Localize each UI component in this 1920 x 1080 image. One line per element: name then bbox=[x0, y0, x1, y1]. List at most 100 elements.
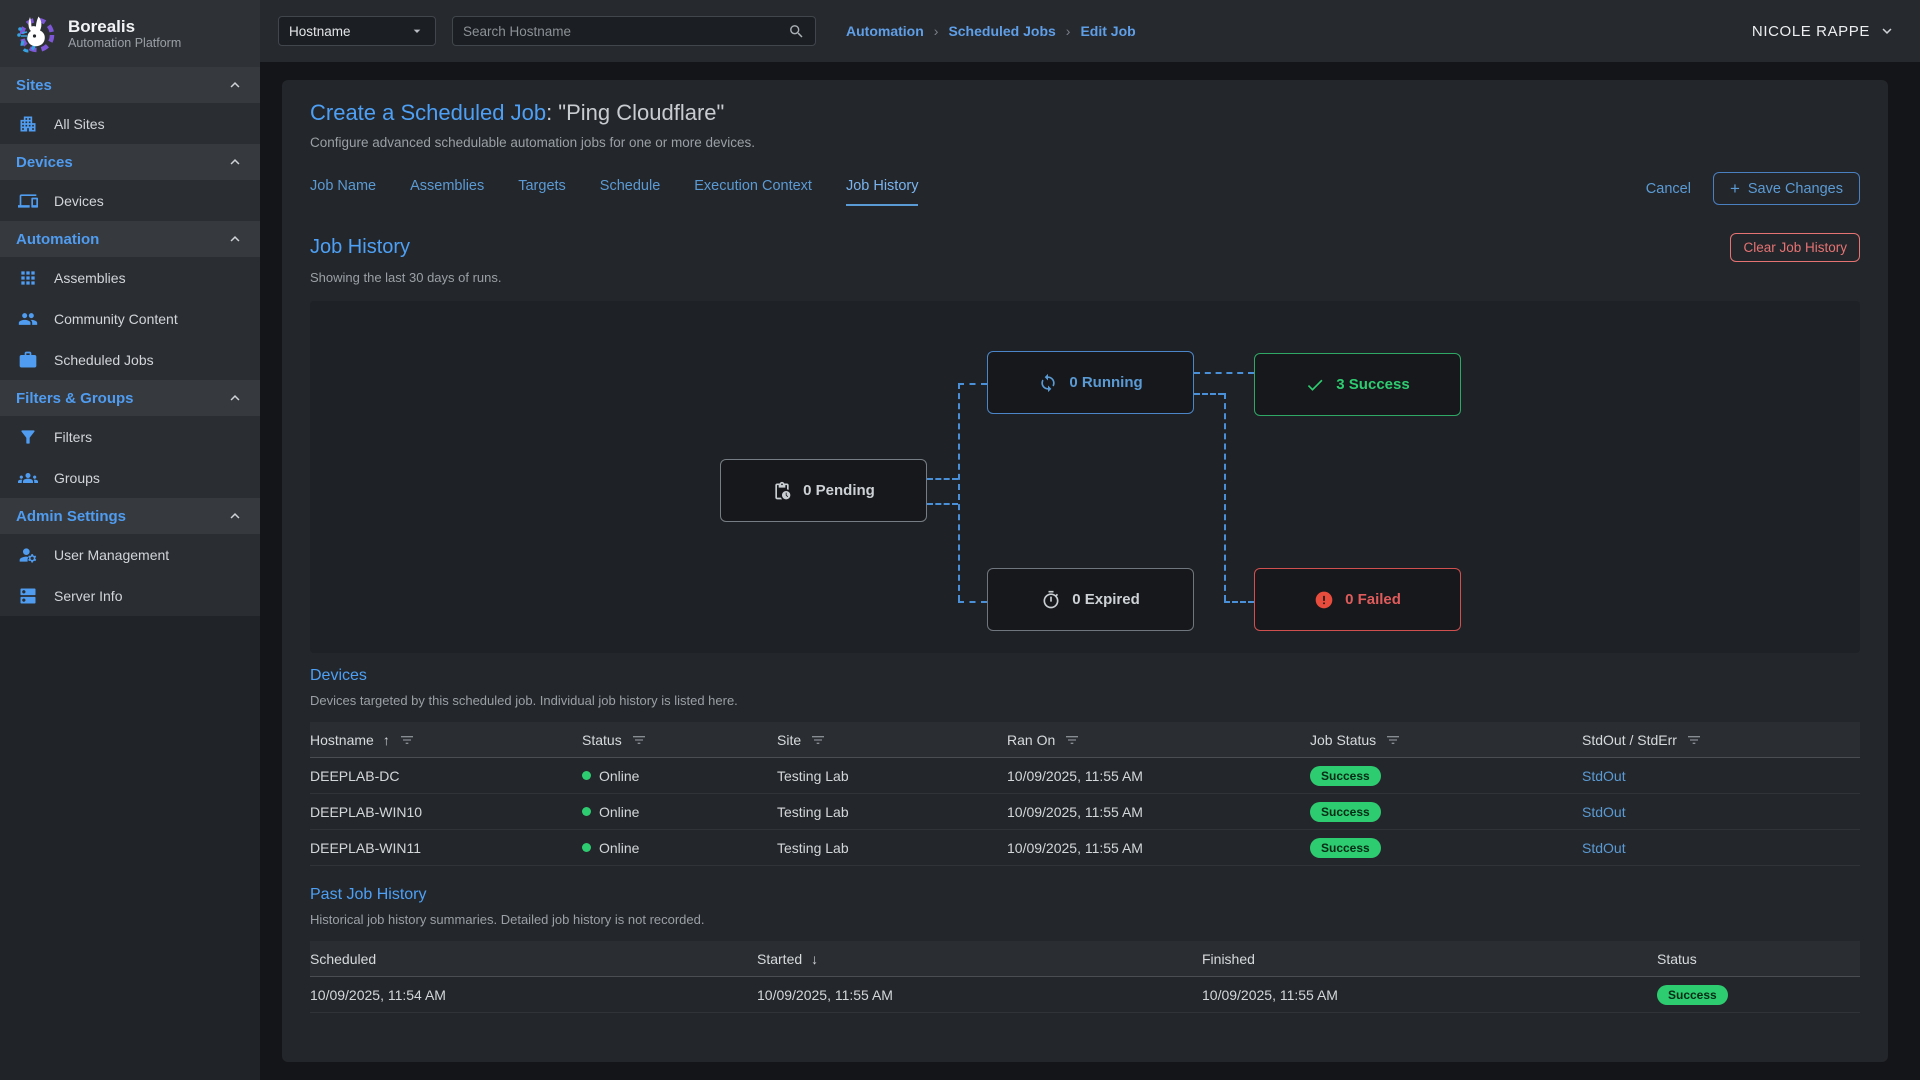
filter-list-icon[interactable] bbox=[1385, 732, 1401, 748]
page-title-link: Create a Scheduled Job bbox=[310, 100, 546, 125]
section-label: Admin Settings bbox=[16, 508, 126, 525]
sidebar-section-admin-settings[interactable]: Admin Settings bbox=[0, 498, 260, 534]
search-icon bbox=[788, 23, 805, 40]
flow-connector bbox=[1224, 393, 1226, 601]
sidebar-item-all-sites[interactable]: All Sites bbox=[0, 103, 260, 144]
flow-node-success: 3 Success bbox=[1254, 353, 1461, 416]
sidebar-item-devices[interactable]: Devices bbox=[0, 180, 260, 221]
cancel-button[interactable]: Cancel bbox=[1646, 181, 1691, 197]
chevron-up-icon bbox=[226, 507, 244, 525]
stdout-link[interactable]: StdOut bbox=[1582, 840, 1626, 856]
flow-connector bbox=[927, 478, 958, 480]
column-header-job-status[interactable]: Job Status bbox=[1310, 732, 1582, 748]
column-header-status[interactable]: Status bbox=[582, 732, 777, 748]
ran-on-cell: 10/09/2025, 11:55 AM bbox=[1007, 804, 1310, 820]
section-label: Automation bbox=[16, 231, 99, 248]
column-header-scheduled[interactable]: Scheduled bbox=[310, 951, 757, 967]
tab-execution-context[interactable]: Execution Context bbox=[694, 178, 812, 206]
topbar: Hostname Automation › Scheduled Jobs › E… bbox=[260, 0, 1920, 62]
column-header-hostname[interactable]: Hostname ↑ bbox=[310, 732, 582, 748]
tab-job-name[interactable]: Job Name bbox=[310, 178, 376, 206]
sidebar-item-filters[interactable]: Filters bbox=[0, 416, 260, 457]
flow-connector bbox=[958, 383, 960, 601]
column-header-status[interactable]: Status bbox=[1657, 951, 1860, 967]
people-icon bbox=[18, 309, 38, 329]
tab-assemblies[interactable]: Assemblies bbox=[410, 178, 484, 206]
job-status-badge[interactable]: Success bbox=[1310, 766, 1381, 786]
sidebar: Borealis Automation Platform Sites All S… bbox=[0, 0, 260, 1080]
check-icon bbox=[1305, 375, 1325, 395]
table-row[interactable]: 10/09/2025, 11:54 AM 10/09/2025, 11:55 A… bbox=[310, 977, 1860, 1013]
column-header-stdout-stderr[interactable]: StdOut / StdErr bbox=[1582, 732, 1860, 748]
online-status-dot bbox=[582, 771, 591, 780]
job-history-subtext: Showing the last 30 days of runs. bbox=[310, 270, 1860, 285]
breadcrumb-separator: › bbox=[934, 23, 939, 39]
chevron-up-icon bbox=[226, 230, 244, 248]
sidebar-item-groups[interactable]: Groups bbox=[0, 457, 260, 498]
flow-connector bbox=[958, 383, 987, 385]
sort-asc-icon[interactable]: ↑ bbox=[383, 732, 390, 748]
filter-list-icon[interactable] bbox=[631, 732, 647, 748]
groups-icon bbox=[18, 468, 38, 488]
status-cell: Online bbox=[599, 840, 639, 856]
sidebar-item-label: All Sites bbox=[54, 116, 105, 132]
flow-node-running: 0 Running bbox=[987, 351, 1194, 414]
flow-connector bbox=[1194, 372, 1254, 374]
tab-schedule[interactable]: Schedule bbox=[600, 178, 660, 206]
filter-list-icon[interactable] bbox=[399, 732, 415, 748]
column-header-started[interactable]: Started ↓ bbox=[757, 951, 1202, 967]
building-icon bbox=[18, 114, 38, 134]
search-box[interactable] bbox=[452, 16, 816, 46]
flow-connector bbox=[1224, 601, 1254, 603]
past-job-history-heading: Past Job History bbox=[310, 886, 1860, 904]
sidebar-section-filters-groups[interactable]: Filters & Groups bbox=[0, 380, 260, 416]
save-changes-button[interactable]: + Save Changes bbox=[1713, 172, 1860, 205]
sidebar-item-server-info[interactable]: Server Info bbox=[0, 575, 260, 616]
job-status-badge[interactable]: Success bbox=[1310, 838, 1381, 858]
tabs-row: Job Name Assemblies Targets Schedule Exe… bbox=[310, 172, 1860, 211]
sidebar-item-assemblies[interactable]: Assemblies bbox=[0, 257, 260, 298]
column-header-site[interactable]: Site bbox=[777, 732, 1007, 748]
table-row[interactable]: DEEPLAB-DC Online Testing Lab 10/09/2025… bbox=[310, 758, 1860, 794]
content-area: Create a Scheduled Job: "Ping Cloudflare… bbox=[260, 62, 1920, 1080]
sidebar-section-devices[interactable]: Devices bbox=[0, 144, 260, 180]
user-menu[interactable]: NICOLE RAPPE bbox=[1752, 22, 1896, 40]
tabs: Job Name Assemblies Targets Schedule Exe… bbox=[310, 178, 918, 206]
chevron-up-icon bbox=[226, 76, 244, 94]
tab-targets[interactable]: Targets bbox=[518, 178, 566, 206]
filter-list-icon[interactable] bbox=[1686, 732, 1702, 748]
sidebar-item-label: Filters bbox=[54, 429, 92, 445]
briefcase-icon bbox=[18, 350, 38, 370]
stopwatch-icon bbox=[1041, 590, 1061, 610]
hostname-select[interactable]: Hostname bbox=[278, 16, 436, 46]
filter-list-icon[interactable] bbox=[1064, 732, 1080, 748]
sort-desc-icon[interactable]: ↓ bbox=[811, 951, 818, 967]
sidebar-item-community-content[interactable]: Community Content bbox=[0, 298, 260, 339]
table-row[interactable]: DEEPLAB-WIN11 Online Testing Lab 10/09/2… bbox=[310, 830, 1860, 866]
tab-job-history[interactable]: Job History bbox=[846, 178, 919, 206]
site-cell: Testing Lab bbox=[777, 804, 1007, 820]
breadcrumb-scheduled-jobs[interactable]: Scheduled Jobs bbox=[948, 23, 1055, 39]
search-input[interactable] bbox=[463, 24, 780, 39]
stdout-link[interactable]: StdOut bbox=[1582, 804, 1626, 820]
filter-funnel-icon bbox=[18, 427, 38, 447]
clear-job-history-button[interactable]: Clear Job History bbox=[1730, 233, 1860, 262]
user-name: NICOLE RAPPE bbox=[1752, 23, 1870, 40]
breadcrumb-edit-job[interactable]: Edit Job bbox=[1080, 23, 1135, 39]
table-row[interactable]: DEEPLAB-WIN10 Online Testing Lab 10/09/2… bbox=[310, 794, 1860, 830]
sidebar-item-user-management[interactable]: User Management bbox=[0, 534, 260, 575]
stdout-link[interactable]: StdOut bbox=[1582, 768, 1626, 784]
flow-connector bbox=[958, 601, 987, 603]
borealis-rabbit-logo-icon bbox=[14, 12, 58, 56]
sidebar-section-automation[interactable]: Automation bbox=[0, 221, 260, 257]
sidebar-section-sites[interactable]: Sites bbox=[0, 67, 260, 103]
breadcrumb-automation[interactable]: Automation bbox=[846, 23, 924, 39]
filter-list-icon[interactable] bbox=[810, 732, 826, 748]
sidebar-item-scheduled-jobs[interactable]: Scheduled Jobs bbox=[0, 339, 260, 380]
job-status-badge[interactable]: Success bbox=[1310, 802, 1381, 822]
devices-table-header: Hostname ↑ Status Site bbox=[310, 722, 1860, 758]
column-header-ran-on[interactable]: Ran On bbox=[1007, 732, 1310, 748]
column-header-finished[interactable]: Finished bbox=[1202, 951, 1657, 967]
chevron-down-icon bbox=[409, 23, 425, 39]
app-root: Borealis Automation Platform Sites All S… bbox=[0, 0, 1920, 1080]
